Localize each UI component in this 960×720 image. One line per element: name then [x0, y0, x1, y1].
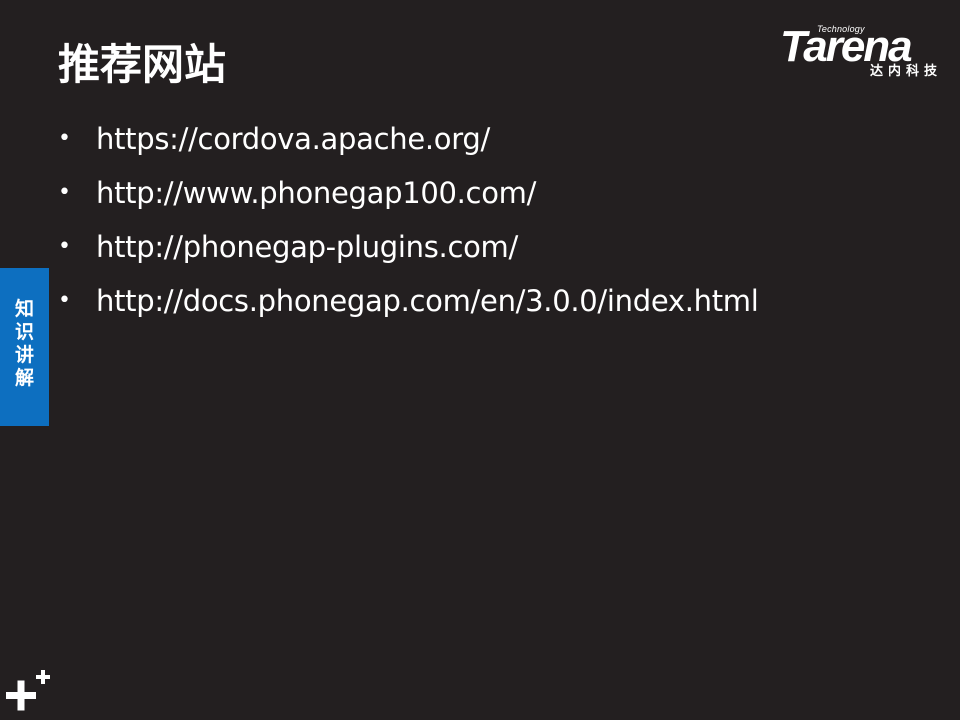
tarena-logo: Tarena Technology 达内科技: [780, 24, 948, 86]
link-phonegap-docs[interactable]: http://docs.phonegap.com/en/3.0.0/index.…: [96, 274, 759, 328]
bullet-icon: •: [58, 180, 71, 205]
logo-tagline: Technology: [817, 24, 865, 34]
link-cordova[interactable]: https://cordova.apache.org/: [96, 112, 490, 166]
bullet-icon: •: [58, 234, 71, 259]
bullet-icon: •: [58, 126, 71, 151]
slide-title: 推荐网站: [58, 40, 227, 89]
link-phonegap-plugins[interactable]: http://phonegap-plugins.com/: [96, 220, 518, 274]
plus-plus-icon: [6, 670, 50, 711]
bullet-icon: •: [58, 288, 71, 313]
side-tab-label: 知识讲解: [15, 298, 35, 389]
section-side-tab: 知识讲解: [0, 268, 49, 426]
link-phonegap100[interactable]: http://www.phonegap100.com/: [96, 166, 536, 220]
logo-chinese-name: 达内科技: [869, 64, 942, 79]
